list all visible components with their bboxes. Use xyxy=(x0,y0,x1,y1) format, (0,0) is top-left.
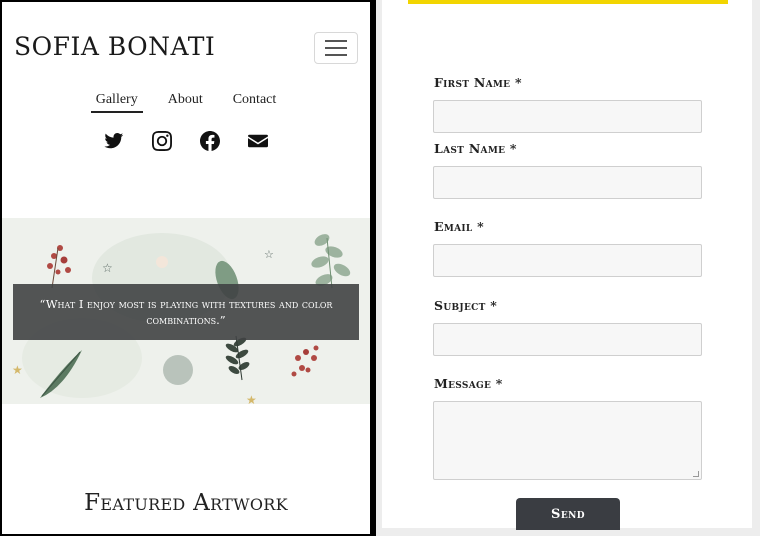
svg-text:★: ★ xyxy=(12,363,23,377)
instagram-icon[interactable] xyxy=(151,130,173,152)
last-name-field[interactable] xyxy=(433,166,702,199)
envelope-icon[interactable] xyxy=(247,130,269,152)
nav-item-gallery[interactable]: Gallery xyxy=(81,92,153,113)
hamburger-line xyxy=(325,54,347,56)
contact-form-panel: First Name * Last Name * Email * Subject… xyxy=(382,0,752,530)
message-textarea[interactable] xyxy=(433,401,702,480)
first-name-field[interactable] xyxy=(433,100,702,133)
hamburger-line xyxy=(325,47,347,49)
menu-toggle-button[interactable] xyxy=(314,32,358,64)
site-brand[interactable]: SOFIA BONATI xyxy=(14,32,215,61)
hero-quote-banner: ☆ ☆ ★ ★ “What I enjoy most is playing wi… xyxy=(2,218,370,404)
screenshot-stage: SOFIA BONATI Gallery About Contact ☆ ☆ ★… xyxy=(0,0,760,536)
featured-artwork-heading: Featured Artwork xyxy=(84,490,288,516)
subject-label: Subject * xyxy=(434,298,498,313)
hero-quote-text: “What I enjoy most is playing with textu… xyxy=(39,297,333,327)
email-field[interactable] xyxy=(433,244,702,277)
svg-text:☆: ☆ xyxy=(102,261,113,275)
nav-item-about[interactable]: About xyxy=(153,92,218,108)
last-name-label: Last Name * xyxy=(434,141,517,156)
quote-box: “What I enjoy most is playing with textu… xyxy=(13,284,359,340)
nav-item-contact[interactable]: Contact xyxy=(218,92,292,108)
twitter-icon[interactable] xyxy=(103,130,125,152)
facebook-icon[interactable] xyxy=(199,130,221,152)
subject-field[interactable] xyxy=(433,323,702,356)
svg-text:★: ★ xyxy=(246,393,257,404)
accent-bar xyxy=(408,0,728,4)
svg-text:☆: ☆ xyxy=(264,248,274,261)
social-links xyxy=(2,130,370,152)
email-label: Email * xyxy=(434,219,484,234)
main-nav: Gallery About Contact xyxy=(2,92,370,113)
message-label: Message * xyxy=(434,376,503,391)
send-button[interactable]: Send xyxy=(516,498,620,530)
mobile-homepage-panel: SOFIA BONATI Gallery About Contact ☆ ☆ ★… xyxy=(2,2,370,534)
resize-grip-icon[interactable] xyxy=(693,471,699,477)
hamburger-line xyxy=(325,40,347,42)
first-name-label: First Name * xyxy=(434,75,522,90)
